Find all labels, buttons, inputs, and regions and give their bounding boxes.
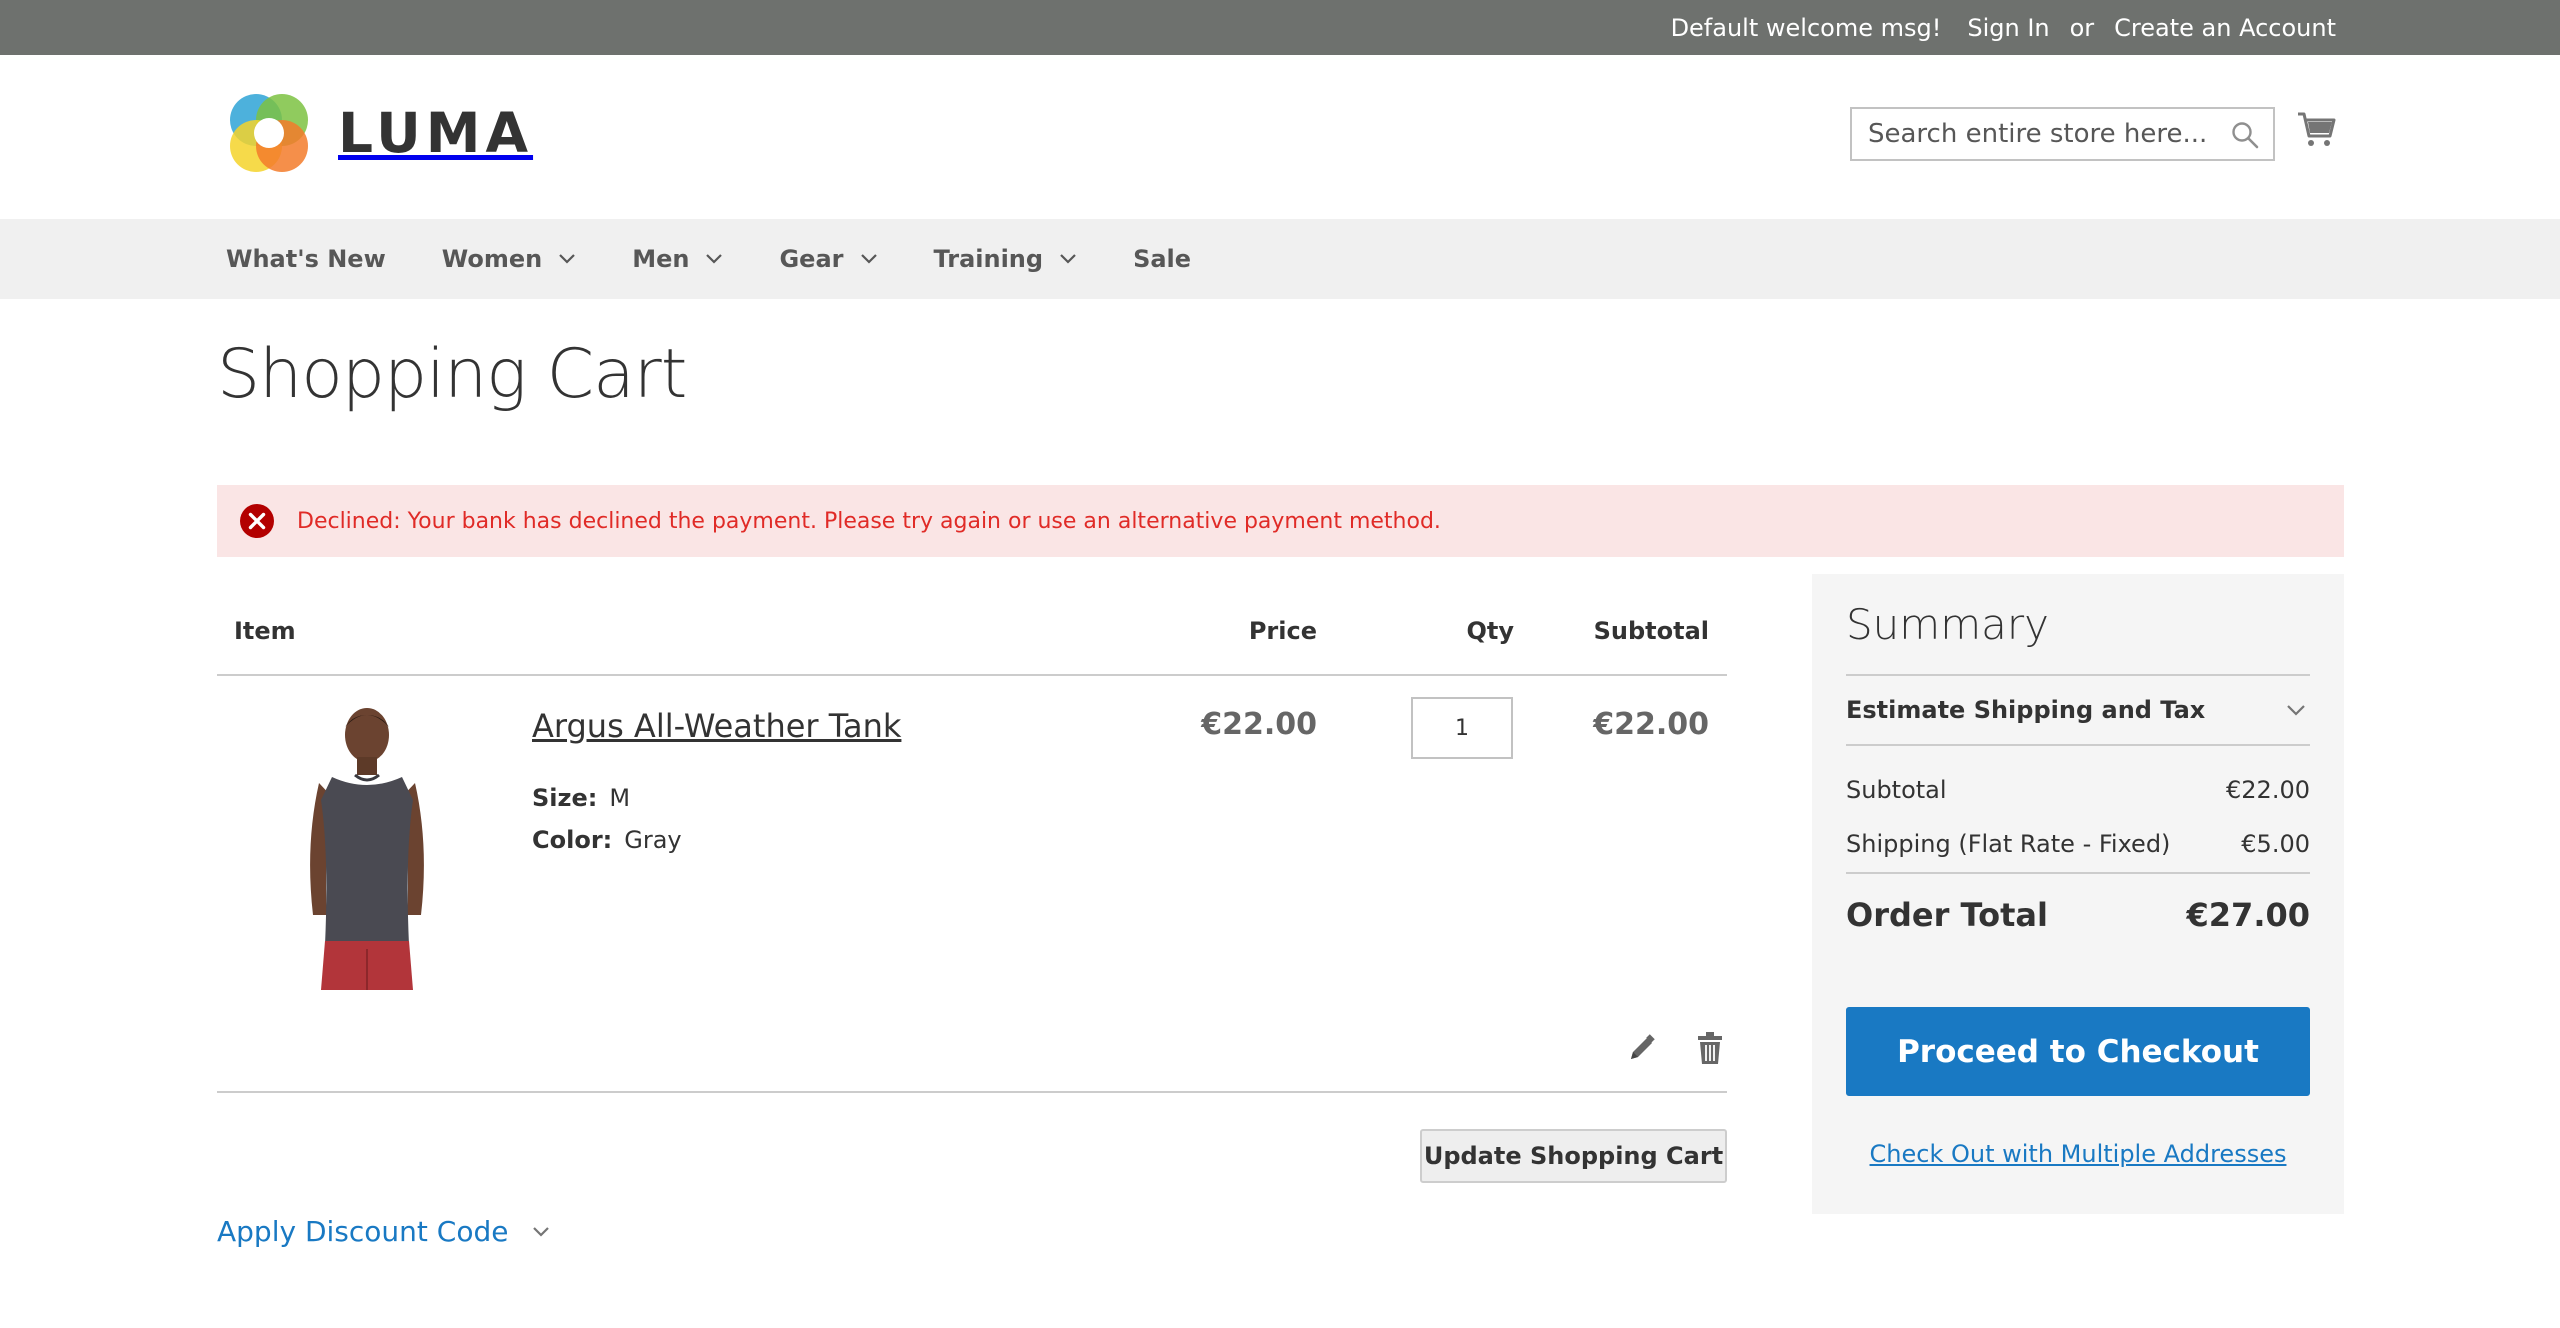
nav-item-label: Training xyxy=(933,245,1044,273)
chevron-down-icon xyxy=(706,254,723,264)
summary-divider xyxy=(1846,744,2310,746)
nav-item-what-s-new[interactable]: What's New xyxy=(226,245,386,273)
nav-item-sale[interactable]: Sale xyxy=(1133,245,1191,273)
product-name-link[interactable]: Argus All-Weather Tank xyxy=(532,707,901,745)
order-total-label: Order Total xyxy=(1846,896,2048,934)
chevron-down-icon xyxy=(1060,254,1076,264)
table-divider xyxy=(217,1091,1727,1093)
qty-input[interactable] xyxy=(1411,697,1513,759)
option-label: Color: xyxy=(532,826,613,854)
create-account-link[interactable]: Create an Account xyxy=(2114,14,2336,42)
nav-item-men[interactable]: Men xyxy=(632,245,723,273)
header-links: Default welcome msg! Sign In or Create a… xyxy=(1671,0,2336,55)
item-price: €22.00 xyxy=(1201,707,1317,742)
nav-item-label: Sale xyxy=(1133,245,1192,273)
error-message-text: Declined: Your bank has declined the pay… xyxy=(297,508,1441,534)
column-header-price: Price xyxy=(1248,617,1317,645)
option-label: Size: xyxy=(532,784,598,812)
chevron-down-icon xyxy=(533,1226,550,1237)
nav-item-training[interactable]: Training xyxy=(934,245,1078,273)
multiple-addresses-link[interactable]: Check Out with Multiple Addresses xyxy=(1846,1140,2310,1168)
nav-menu: What's New Women Men Gear Training Sale xyxy=(226,219,1191,299)
nav-item-label: What's New xyxy=(226,245,386,273)
table-divider xyxy=(217,674,1727,676)
option-value: Gray xyxy=(624,826,682,854)
cart-icon[interactable] xyxy=(2296,110,2336,148)
estimate-shipping-toggle[interactable]: Estimate Shipping and Tax xyxy=(1846,674,2310,746)
pencil-icon[interactable] xyxy=(1627,1033,1657,1063)
top-bar: Default welcome msg! Sign In or Create a… xyxy=(0,0,2560,55)
logo-text: LUMA xyxy=(338,101,534,165)
summary-title: Summary xyxy=(1846,600,2049,649)
error-message: Declined: Your bank has declined the pay… xyxy=(217,485,2344,557)
nav-item-label: Women xyxy=(441,245,543,273)
chevron-down-icon xyxy=(559,254,576,264)
summary-shipping-row: Shipping (Flat Rate - Fixed) €5.00 xyxy=(1846,830,2310,858)
page-title: Shopping Cart xyxy=(217,335,687,414)
chevron-down-icon xyxy=(860,254,877,264)
order-summary: Summary Estimate Shipping and Tax Subtot… xyxy=(1812,574,2344,1214)
product-option-size: Size: M xyxy=(532,784,630,812)
search-box xyxy=(1850,107,2275,161)
shipping-value: €5.00 xyxy=(2241,830,2310,858)
column-header-item: Item xyxy=(234,617,296,645)
subtotal-label: Subtotal xyxy=(1846,776,1947,804)
shipping-label: Shipping (Flat Rate - Fixed) xyxy=(1846,830,2171,858)
summary-divider xyxy=(1846,872,2310,874)
option-value: M xyxy=(609,784,631,812)
item-subtotal: €22.00 xyxy=(1593,707,1709,742)
proceed-to-checkout-button[interactable]: Proceed to Checkout xyxy=(1846,1007,2310,1096)
error-icon xyxy=(240,504,274,538)
apply-discount-label: Apply Discount Code xyxy=(217,1215,509,1248)
welcome-message: Default welcome msg! xyxy=(1670,13,1942,42)
column-header-subtotal: Subtotal xyxy=(1593,617,1709,645)
subtotal-value: €22.00 xyxy=(2226,776,2310,804)
product-image xyxy=(310,708,424,990)
apply-discount-toggle[interactable]: Apply Discount Code xyxy=(217,1215,550,1248)
nav-item-label: Gear xyxy=(779,245,844,273)
sign-in-link[interactable]: Sign In xyxy=(1967,14,2049,42)
luma-logo-icon xyxy=(230,94,308,172)
update-cart-button[interactable]: Update Shopping Cart xyxy=(1420,1129,1727,1183)
column-header-qty: Qty xyxy=(1466,617,1514,645)
trash-icon[interactable] xyxy=(1697,1031,1723,1065)
nav-item-women[interactable]: Women xyxy=(442,245,576,273)
main-navigation: What's New Women Men Gear Training Sale xyxy=(0,219,2560,299)
search-input[interactable] xyxy=(1852,109,2273,159)
search-icon[interactable] xyxy=(2231,121,2259,149)
nav-item-label: Men xyxy=(632,245,690,273)
luma-logo[interactable]: LUMA xyxy=(226,90,533,176)
order-total-value: €27.00 xyxy=(2186,896,2310,934)
summary-subtotal-row: Subtotal €22.00 xyxy=(1846,776,2310,804)
chevron-down-icon xyxy=(2287,704,2305,716)
product-option-color: Color: Gray xyxy=(532,826,682,854)
estimate-shipping-label: Estimate Shipping and Tax xyxy=(1846,696,2206,724)
or-separator: or xyxy=(2069,13,2095,42)
nav-item-gear[interactable]: Gear xyxy=(779,245,877,273)
order-total-row: Order Total €27.00 xyxy=(1846,896,2310,934)
